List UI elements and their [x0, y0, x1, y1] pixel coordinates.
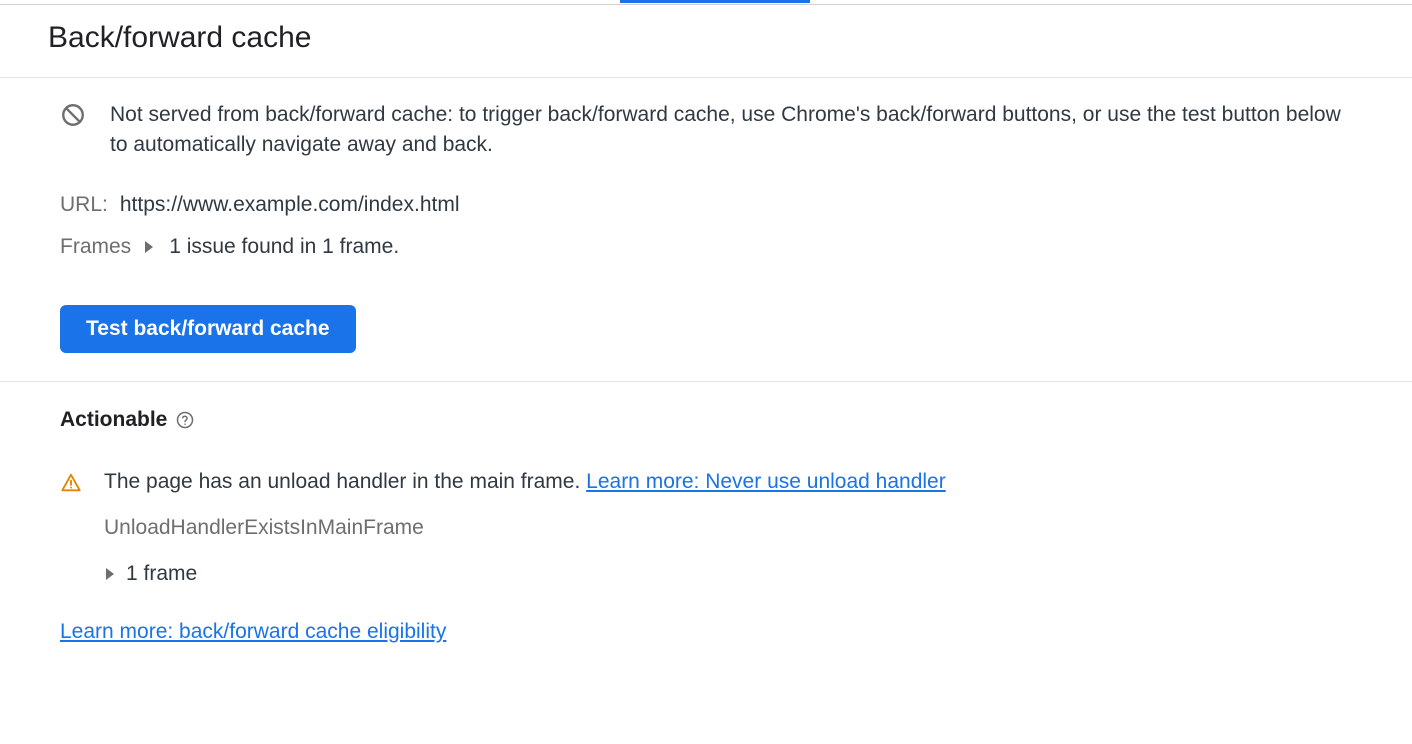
test-bfcache-button[interactable]: Test back/forward cache — [60, 305, 356, 353]
not-served-icon — [60, 102, 86, 128]
page-title: Back/forward cache — [48, 21, 1364, 55]
footer-link-row: Learn more: back/forward cache eligibili… — [60, 620, 1352, 644]
issue-row: The page has an unload handler in the ma… — [60, 470, 1352, 494]
status-content: Not served from back/forward cache: to t… — [0, 78, 1412, 382]
url-row: URL: https://www.example.com/index.html — [60, 193, 1352, 217]
actionable-section: Actionable The page has an unload handle… — [0, 382, 1412, 674]
frames-label: Frames — [60, 235, 131, 259]
panel-header: Back/forward cache — [0, 5, 1412, 78]
status-row: Not served from back/forward cache: to t… — [60, 100, 1352, 161]
issue-learn-more-link[interactable]: Learn more: Never use unload handler — [586, 470, 946, 493]
active-tab-indicator — [0, 0, 1412, 4]
section-title: Actionable — [60, 408, 167, 432]
section-title-row: Actionable — [60, 408, 1352, 432]
warning-icon — [60, 472, 82, 494]
url-value: https://www.example.com/index.html — [120, 193, 460, 217]
bfcache-panel: Back/forward cache Not served from back/… — [0, 4, 1412, 674]
issue-text-container: The page has an unload handler in the ma… — [104, 470, 946, 494]
chevron-right-icon[interactable] — [106, 568, 114, 580]
eligibility-learn-more-link[interactable]: Learn more: back/forward cache eligibili… — [60, 620, 446, 643]
frames-summary: 1 issue found in 1 frame. — [169, 235, 399, 259]
frame-count-row: 1 frame — [104, 562, 1352, 586]
chevron-right-icon[interactable] — [145, 241, 153, 253]
issue-description: The page has an unload handler in the ma… — [104, 470, 586, 493]
frames-row: Frames 1 issue found in 1 frame. — [60, 235, 1352, 259]
help-icon[interactable] — [175, 410, 195, 430]
status-message: Not served from back/forward cache: to t… — [110, 100, 1352, 161]
issue-reason-code: UnloadHandlerExistsInMainFrame — [104, 516, 1352, 540]
url-label: URL: — [60, 193, 108, 217]
frame-count: 1 frame — [126, 562, 197, 586]
